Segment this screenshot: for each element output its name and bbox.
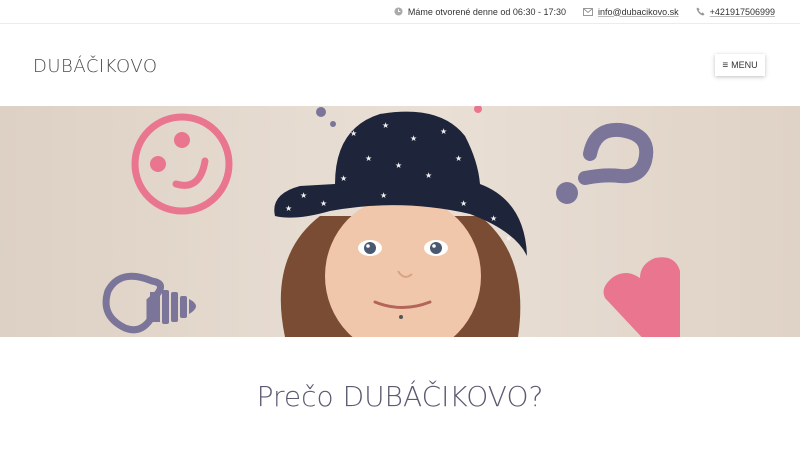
svg-text:★: ★ (395, 161, 402, 170)
section-heading: Prečo DUBÁČIKOVO? (256, 380, 544, 413)
hero-banner: ★ ★ ★ ★ ★ ★ ★ ★ ★ ★ ★ ★ ★ ★ ★ ★ (0, 106, 800, 337)
svg-text:★: ★ (460, 199, 467, 208)
svg-text:★: ★ (320, 199, 327, 208)
thought-dot-icon (330, 121, 336, 127)
hero-illustration: ★ ★ ★ ★ ★ ★ ★ ★ ★ ★ ★ ★ ★ ★ ★ ★ (102, 106, 680, 337)
site-logo[interactable]: DUBÁČIKOVO (33, 56, 158, 77)
svg-text:★: ★ (505, 234, 512, 243)
opening-hours-text: Máme otvorené denne od 06:30 - 17:30 (407, 6, 566, 17)
svg-text:★: ★ (365, 154, 372, 163)
thought-dot-icon (316, 107, 326, 117)
svg-text:★: ★ (300, 191, 307, 200)
phone-link[interactable]: +421917506999 (710, 7, 775, 17)
menu-button[interactable]: ≡ MENU (715, 54, 765, 76)
child-photo: ★ ★ ★ ★ ★ ★ ★ ★ ★ ★ ★ ★ ★ ★ ★ ★ (274, 111, 527, 337)
svg-text:★: ★ (455, 154, 462, 163)
hamburger-icon: ≡ (722, 59, 729, 71)
phone-contact[interactable]: +421917506999 (696, 7, 775, 17)
menu-label: MENU (731, 60, 758, 70)
opening-hours: Máme otvorené denne od 06:30 - 17:30 (394, 7, 566, 17)
svg-text:★: ★ (285, 204, 292, 213)
heart-icon (603, 257, 680, 337)
email-contact[interactable]: info@dubacikovo.sk (582, 7, 679, 17)
svg-text:★: ★ (382, 121, 389, 130)
svg-text:★: ★ (440, 127, 447, 136)
email-link[interactable]: info@dubacikovo.sk (598, 7, 679, 17)
top-info-bar: Máme otvorené denne od 06:30 - 17:30 inf… (0, 0, 800, 24)
svg-text:★: ★ (340, 174, 347, 183)
svg-text:★: ★ (490, 214, 497, 223)
site-header: DUBÁČIKOVO ≡ MENU (0, 25, 800, 106)
svg-text:★: ★ (410, 134, 417, 143)
clock-icon (394, 7, 403, 16)
svg-text:★: ★ (350, 129, 357, 138)
question-mark-icon (556, 122, 654, 204)
lightbulb-icon (102, 272, 196, 334)
smiley-icon (131, 113, 233, 215)
envelope-icon (582, 7, 593, 16)
thought-dot-icon (474, 106, 482, 113)
svg-text:★: ★ (425, 171, 432, 180)
phone-icon (696, 7, 705, 16)
svg-text:★: ★ (380, 191, 387, 200)
